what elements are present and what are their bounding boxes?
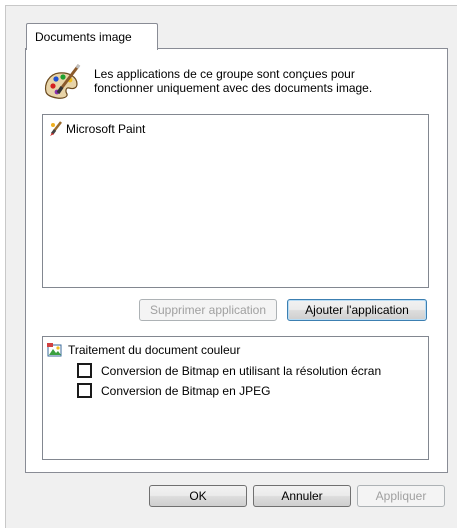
cancel-button[interactable]: Annuler xyxy=(253,485,351,507)
remove-application-button[interactable]: Supprimer application xyxy=(139,299,277,321)
description-line-2: fonctionner uniquement avec des document… xyxy=(94,81,373,95)
apply-button[interactable]: Appliquer xyxy=(357,485,445,507)
tab-documents-image[interactable]: Documents image xyxy=(26,23,158,50)
option-label: Conversion de Bitmap en JPEG xyxy=(101,383,271,398)
tree-root-label: Traitement du document couleur xyxy=(68,343,241,357)
paint-palette-icon xyxy=(43,64,81,100)
ok-button[interactable]: OK xyxy=(149,485,247,507)
tab-label: Documents image xyxy=(35,30,132,44)
application-name: Microsoft Paint xyxy=(66,122,146,136)
paintbrush-icon xyxy=(50,121,62,136)
checkbox[interactable] xyxy=(77,363,92,378)
option-label: Conversion de Bitmap en utilisant la rés… xyxy=(101,363,382,378)
tree-root-color-processing[interactable]: Traitement du document couleur xyxy=(47,343,240,357)
option-bitmap-jpeg[interactable]: Conversion de Bitmap en JPEG xyxy=(77,383,270,398)
add-application-button[interactable]: Ajouter l'application xyxy=(287,299,427,321)
checkbox[interactable] xyxy=(77,383,92,398)
option-bitmap-screen-resolution[interactable]: Conversion de Bitmap en utilisant la rés… xyxy=(77,363,381,378)
description-line-1: Les applications de ce groupe sont conçu… xyxy=(94,67,355,81)
list-item[interactable]: Microsoft Paint xyxy=(49,121,145,137)
application-list[interactable]: Microsoft Paint xyxy=(42,114,429,288)
group-description: Les applications de ce groupe sont conçu… xyxy=(94,67,424,95)
color-document-icon xyxy=(47,343,62,357)
processing-options-tree: Traitement du document couleur Conversio… xyxy=(42,336,429,460)
